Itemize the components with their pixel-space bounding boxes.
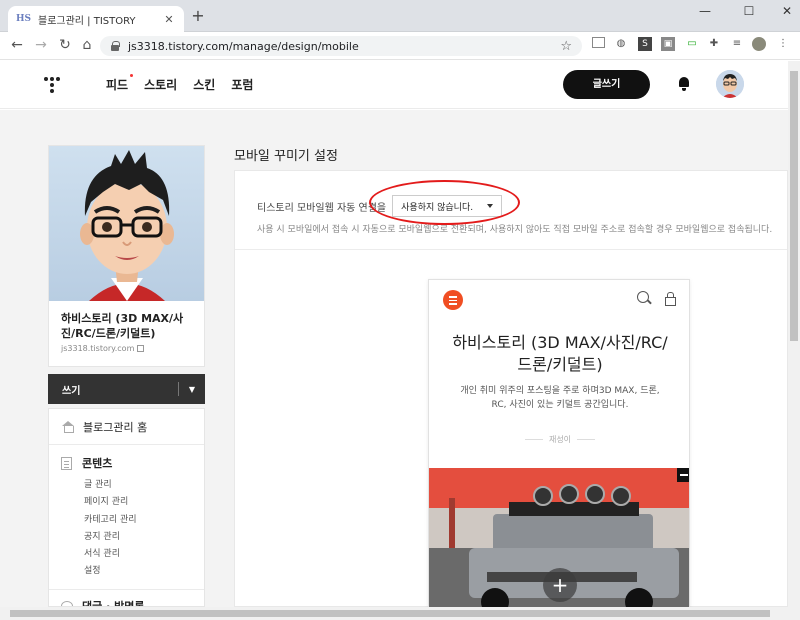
- collapse-icon[interactable]: [677, 468, 689, 482]
- browser-tab-bar: HS 블로그관리 | TISTORY ✕ + — ☐ ✕: [0, 0, 800, 32]
- menu-item-notices[interactable]: 공지 관리: [84, 529, 192, 546]
- nav-skin[interactable]: 스킨: [193, 76, 215, 93]
- menu-section-content: 콘텐츠 글 관리 페이지 관리 카테고리 관리 공지 관리 서식 관리 설정: [49, 445, 204, 581]
- manage-menu: 블로그관리 홈 콘텐츠 글 관리 페이지 관리 카테고리 관리 공지 관리 서식…: [48, 408, 205, 607]
- back-icon[interactable]: ←: [8, 36, 26, 54]
- write-button[interactable]: 쓰기: [48, 382, 178, 397]
- home-icon: [61, 420, 75, 433]
- tab-title: 블로그관리 | TISTORY: [38, 15, 136, 27]
- menu-item-categories[interactable]: 카테고리 관리: [84, 512, 192, 529]
- profile-avatar-icon[interactable]: [752, 37, 766, 51]
- blog-url[interactable]: js3318.tistory.com: [49, 341, 204, 356]
- chevron-down-icon[interactable]: ▼: [179, 385, 205, 394]
- blog-name[interactable]: 하비스토리 (3D MAX/사진/RC/드론/키덜트): [49, 301, 204, 341]
- page-title: 모바일 꾸미기 설정: [234, 149, 338, 164]
- document-icon: [61, 456, 72, 470]
- address-bar[interactable]: js3318.tistory.com/manage/design/mobile …: [100, 36, 582, 56]
- minimize-button[interactable]: —: [694, 4, 716, 20]
- add-button[interactable]: +: [543, 568, 577, 602]
- horizontal-scrollbar[interactable]: [0, 607, 800, 620]
- preview-blog-description: 개인 취미 위주의 포스팅을 주로 하며3D MAX, 드론, RC, 사진이 …: [460, 386, 660, 410]
- write-post-button[interactable]: 글쓰기: [563, 70, 650, 99]
- lock-open-icon[interactable]: [665, 292, 676, 306]
- nav-forum[interactable]: 포럼: [231, 76, 253, 93]
- mobile-preview: 하비스토리 (3D MAX/사진/RC/드론/키덜트) 개인 취미 위주의 포스…: [428, 279, 690, 609]
- menu-section-comments[interactable]: 댓글 · 방명록: [49, 588, 204, 607]
- tab-close-icon[interactable]: ✕: [162, 13, 176, 26]
- bookmark-star-icon[interactable]: ☆: [560, 39, 572, 54]
- maximize-button[interactable]: ☐: [738, 4, 760, 20]
- scroll-thumb[interactable]: [790, 71, 798, 341]
- new-tab-button[interactable]: +: [190, 8, 206, 24]
- preview-blog-title: 하비스토리 (3D MAX/사진/RC/드론/키덜트): [452, 333, 668, 374]
- hamburger-menu-icon[interactable]: [443, 290, 463, 310]
- menu-item-manage-home[interactable]: 블로그관리 홈: [49, 409, 204, 445]
- nav-story[interactable]: 스토리: [144, 76, 177, 93]
- favicon-icon: HS: [16, 14, 32, 24]
- blog-profile-image[interactable]: [49, 146, 204, 301]
- new-badge-icon: [130, 74, 134, 77]
- menu-comments-label: 댓글 · 방명록: [82, 599, 145, 607]
- auto-connect-label: 티스토리 모바일웹 자동 연결을: [257, 202, 387, 214]
- search-icon[interactable]: [637, 291, 649, 303]
- menu-item-templates[interactable]: 서식 관리: [84, 546, 192, 563]
- browser-tab[interactable]: HS 블로그관리 | TISTORY ✕: [8, 6, 184, 32]
- global-nav: 피드 스토리 스킨 포럼: [106, 74, 253, 93]
- preview-author: 재성이: [429, 434, 689, 445]
- user-avatar[interactable]: [716, 70, 744, 98]
- reload-icon[interactable]: ↻: [56, 36, 74, 54]
- write-bar[interactable]: 쓰기 ▼: [48, 374, 205, 404]
- forward-icon[interactable]: →: [32, 36, 50, 54]
- vertical-scrollbar[interactable]: [788, 61, 800, 607]
- puzzle-icon[interactable]: ✚: [707, 37, 721, 51]
- menu-item-posts[interactable]: 글 관리: [84, 477, 192, 494]
- reading-list-icon[interactable]: ≡: [730, 37, 744, 51]
- menu-home-label: 블로그관리 홈: [83, 420, 148, 434]
- bell-icon[interactable]: [678, 77, 690, 91]
- preview-cover-image[interactable]: +: [429, 468, 689, 608]
- menu-content-head[interactable]: 콘텐츠: [61, 455, 192, 471]
- close-window-button[interactable]: ✕: [776, 4, 798, 20]
- extension-screen-icon[interactable]: [592, 37, 605, 48]
- setting-description: 사용 시 모바일에서 접속 시 자동으로 모바일웹으로 전환되며, 사용하지 않…: [257, 225, 773, 235]
- tistory-logo-icon[interactable]: [44, 75, 64, 95]
- menu-content-label: 콘텐츠: [82, 457, 113, 470]
- menu-item-pages[interactable]: 페이지 관리: [84, 494, 192, 511]
- url-text[interactable]: js3318.tistory.com/manage/design/mobile: [128, 40, 560, 53]
- lock-icon[interactable]: [110, 41, 120, 51]
- blog-url-text: js3318.tistory.com: [61, 344, 135, 353]
- globe-icon[interactable]: ◍: [614, 37, 628, 51]
- menu-item-settings[interactable]: 설정: [84, 563, 192, 580]
- external-link-icon: [137, 345, 145, 352]
- divider: [235, 249, 787, 250]
- more-menu-icon[interactable]: ⋮: [776, 37, 790, 51]
- extension-s-icon[interactable]: S: [638, 37, 652, 51]
- red-annotation-circle: [369, 180, 520, 225]
- scroll-thumb[interactable]: [10, 610, 770, 617]
- profile-card: 하비스토리 (3D MAX/사진/RC/드론/키덜트) js3318.tisto…: [48, 145, 205, 367]
- browser-toolbar: ← → ↻ ⌂ js3318.tistory.com/manage/design…: [0, 32, 800, 60]
- nav-feed[interactable]: 피드: [106, 74, 134, 93]
- extension-square-icon[interactable]: ▣: [661, 37, 675, 51]
- tistory-header: 피드 스토리 스킨 포럼 글쓰기: [0, 61, 788, 109]
- home-button-icon[interactable]: ⌂: [78, 36, 96, 54]
- content-submenu: 글 관리 페이지 관리 카테고리 관리 공지 관리 서식 관리 설정: [61, 471, 192, 581]
- extension-tv-icon[interactable]: ▭: [685, 37, 699, 51]
